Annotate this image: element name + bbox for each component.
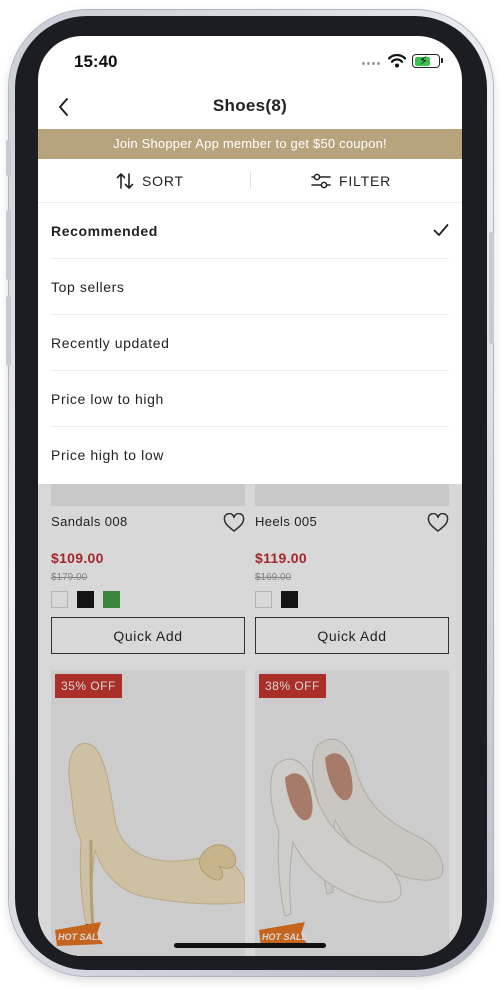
sort-option-top-sellers[interactable]: Top sellers <box>51 259 449 315</box>
phone-volume-down <box>6 296 11 366</box>
sort-option-recommended[interactable]: Recommended <box>51 203 449 259</box>
sort-option-recently-updated[interactable]: Recently updated <box>51 315 449 371</box>
filter-label: FILTER <box>339 173 391 189</box>
sort-option-label: Recommended <box>51 223 158 239</box>
member-coupon-banner[interactable]: Join Shopper App member to get $50 coupo… <box>38 129 462 159</box>
phone-mute-switch <box>6 140 11 176</box>
signal-dots-icon <box>362 62 382 68</box>
page-title: Shoes(8) <box>212 96 288 115</box>
battery-icon: ⚡ <box>412 53 443 68</box>
sort-button[interactable]: SORT <box>116 159 184 203</box>
sort-option-label: Recently updated <box>51 335 170 351</box>
sort-option-price-low-high[interactable]: Price low to high <box>51 371 449 427</box>
sort-option-label: Top sellers <box>51 279 125 295</box>
sort-filter-toolbar: SORT FILTER <box>38 159 462 203</box>
sort-option-label: Price high to low <box>51 447 164 463</box>
sort-label: SORT <box>142 173 184 189</box>
filter-sliders-icon <box>311 173 331 189</box>
status-bar: 15:40 ⚡ <box>38 36 462 88</box>
sort-option-label: Price low to high <box>51 391 164 407</box>
wifi-icon <box>388 54 406 68</box>
sort-arrows-icon <box>116 173 134 189</box>
sort-option-price-high-low[interactable]: Price high to low <box>51 427 449 483</box>
phone-power-button <box>489 232 494 344</box>
nav-bar: Shoes(8) <box>38 88 462 128</box>
sort-options-menu: Recommended Top sellers Recently updated… <box>38 203 462 484</box>
app-screen: 15:40 ⚡ Shoes(8) Join Shopper App member… <box>38 36 462 956</box>
filter-button[interactable]: FILTER <box>311 159 391 203</box>
toolbar-divider <box>250 171 251 189</box>
phone-volume-up <box>6 210 11 280</box>
home-indicator[interactable] <box>174 943 326 948</box>
status-time: 15:40 <box>74 52 118 71</box>
checkmark-icon <box>433 224 449 236</box>
dim-overlay[interactable] <box>38 484 462 956</box>
